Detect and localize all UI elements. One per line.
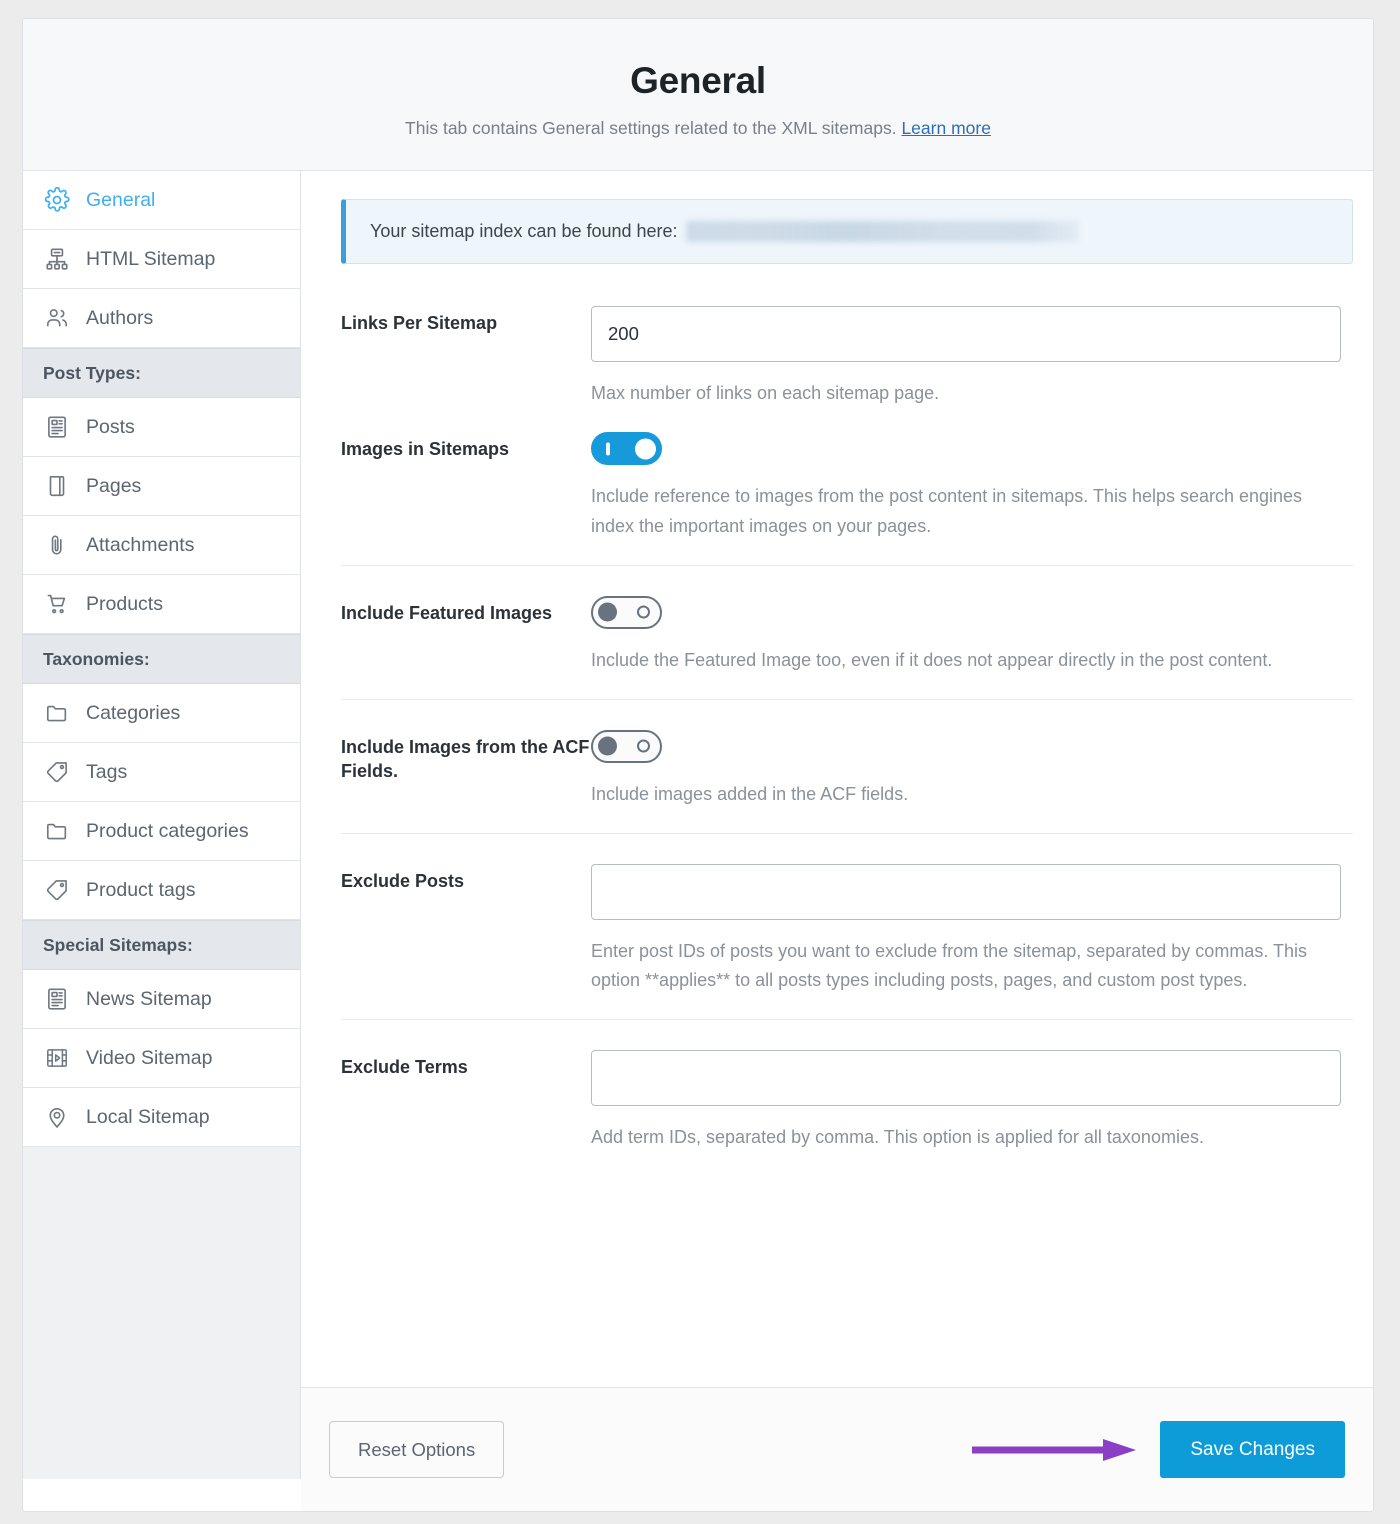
sidebar-item-local-sitemap[interactable]: Local Sitemap [23, 1088, 300, 1148]
sidebar-item-label: Categories [86, 701, 181, 724]
field-control: Include the Featured Image too, even if … [591, 595, 1353, 675]
sidebar-item-label: News Sitemap [86, 987, 212, 1010]
sidebar-item-label: Product categories [86, 819, 249, 842]
field-links-per-sitemap: Links Per Sitemap Max number of links on… [341, 306, 1353, 432]
sidebar-item-products[interactable]: Products [23, 575, 300, 635]
notice-text: Your sitemap index can be found here: [370, 221, 678, 242]
tag-icon [43, 877, 70, 904]
sidebar-section-post-types: Post Types: [23, 348, 300, 399]
links-per-sitemap-input[interactable] [591, 306, 1341, 363]
sidebar-item-label: Product tags [86, 878, 196, 901]
folder-icon [43, 700, 70, 727]
field-help: Include reference to images from the pos… [591, 486, 1303, 536]
field-control: Enter post IDs of posts you want to excl… [591, 863, 1353, 995]
field-exclude-posts: Exclude Posts Enter post IDs of posts yo… [341, 863, 1353, 1021]
sidebar-item-label: Posts [86, 415, 135, 438]
sidebar-item-news-sitemap[interactable]: News Sitemap [23, 970, 300, 1030]
sidebar-nav: General HTML Sitemap Authors Post Types:… [23, 171, 301, 1480]
sidebar-item-product-categories[interactable]: Product categories [23, 802, 300, 862]
field-help: Include the Featured Image too, even if … [591, 649, 1273, 670]
reset-options-button[interactable]: Reset Options [329, 1421, 505, 1478]
sidebar-list: General HTML Sitemap Authors Post Types:… [23, 171, 300, 1148]
gear-icon [43, 187, 70, 214]
page-title: General [630, 60, 766, 101]
sidebar-item-general[interactable]: General [23, 171, 300, 231]
field-control: Add term IDs, separated by comma. This o… [591, 1050, 1353, 1152]
save-changes-button[interactable]: Save Changes [1160, 1421, 1345, 1478]
sitemap-index-notice: Your sitemap index can be found here: [341, 199, 1353, 265]
sidebar-item-label: Video Sitemap [86, 1046, 213, 1069]
field-label: Images in Sitemaps [341, 439, 510, 460]
sidebar-item-label: HTML Sitemap [86, 247, 216, 270]
field-label: Links Per Sitemap [341, 313, 498, 334]
tag-icon [43, 759, 70, 786]
field-label: Exclude Posts [341, 870, 465, 891]
paperclip-icon [43, 532, 70, 559]
sidebar-item-html-sitemap[interactable]: HTML Sitemap [23, 230, 300, 290]
page-icon [43, 473, 70, 500]
field-control: Max number of links on each sitemap page… [591, 306, 1353, 408]
page-root: General This tab contains General settin… [0, 0, 1400, 1524]
sidebar-item-label: Pages [86, 474, 142, 497]
page-subtitle-text: This tab contains General settings relat… [405, 117, 897, 138]
include-acf-images-toggle[interactable] [591, 729, 662, 763]
field-label: Include Images from the ACF Fields. [341, 736, 590, 782]
sitemap-icon [43, 246, 70, 273]
cart-icon [43, 591, 70, 618]
sidebar-item-product-tags[interactable]: Product tags [23, 861, 300, 921]
card-footer: Reset Options Save Changes [301, 1387, 1373, 1511]
sidebar-item-label: General [86, 188, 156, 211]
newspaper-icon [43, 986, 70, 1013]
settings-content: Your sitemap index can be found here: Li… [301, 171, 1373, 1480]
sidebar-section-label: Post Types: [43, 362, 141, 383]
sidebar-item-authors[interactable]: Authors [23, 289, 300, 349]
field-control: Include images added in the ACF fields. [591, 729, 1353, 809]
purple-arrow-icon [970, 1437, 1138, 1463]
settings-card: General This tab contains General settin… [22, 18, 1374, 1512]
sidebar-item-pages[interactable]: Pages [23, 457, 300, 517]
sidebar-item-attachments[interactable]: Attachments [23, 516, 300, 576]
folder-icon [43, 818, 70, 845]
map-pin-icon [43, 1104, 70, 1131]
sidebar-item-label: Authors [86, 306, 154, 329]
images-in-sitemaps-toggle[interactable] [591, 432, 662, 466]
sidebar-item-tags[interactable]: Tags [23, 743, 300, 803]
field-images-in-sitemaps: Images in Sitemaps Include reference to … [341, 432, 1353, 566]
page-subtitle: This tab contains General settings relat… [43, 116, 1353, 141]
field-help: Enter post IDs of posts you want to excl… [591, 940, 1308, 991]
field-label: Include Featured Images [341, 602, 553, 623]
card-header: General This tab contains General settin… [23, 19, 1373, 172]
users-icon [43, 305, 70, 332]
sidebar-section-label: Special Sitemaps: [43, 934, 193, 955]
field-include-featured-images: Include Featured Images Include the Feat… [341, 595, 1353, 700]
field-label: Exclude Terms [341, 1057, 468, 1078]
field-help: Max number of links on each sitemap page… [591, 383, 940, 404]
sidebar-item-video-sitemap[interactable]: Video Sitemap [23, 1029, 300, 1089]
field-include-acf-images: Include Images from the ACF Fields. Incl… [341, 729, 1353, 834]
field-help: Include images added in the ACF fields. [591, 783, 909, 804]
sidebar-item-posts[interactable]: Posts [23, 398, 300, 458]
article-icon [43, 414, 70, 441]
field-exclude-terms: Exclude Terms Add term IDs, separated by… [341, 1050, 1353, 1176]
sidebar-item-label: Attachments [86, 533, 195, 556]
sidebar-section-special-sitemaps: Special Sitemaps: [23, 920, 300, 971]
sidebar-item-label: Local Sitemap [86, 1105, 210, 1128]
sidebar-section-label: Taxonomies: [43, 648, 150, 669]
film-icon [43, 1045, 70, 1072]
exclude-terms-input[interactable] [591, 1050, 1341, 1107]
include-featured-images-toggle[interactable] [591, 595, 662, 629]
sidebar-item-label: Tags [86, 760, 128, 783]
sidebar-item-label: Products [86, 592, 163, 615]
learn-more-link[interactable]: Learn more [901, 118, 991, 138]
sidebar-item-categories[interactable]: Categories [23, 684, 300, 744]
sitemap-index-url-redacted[interactable] [685, 221, 1078, 243]
field-control: Include reference to images from the pos… [591, 432, 1353, 540]
card-body: General HTML Sitemap Authors Post Types:… [23, 171, 1373, 1480]
sidebar-section-taxonomies: Taxonomies: [23, 634, 300, 685]
exclude-posts-input[interactable] [591, 863, 1341, 920]
field-help: Add term IDs, separated by comma. This o… [591, 1127, 1204, 1148]
